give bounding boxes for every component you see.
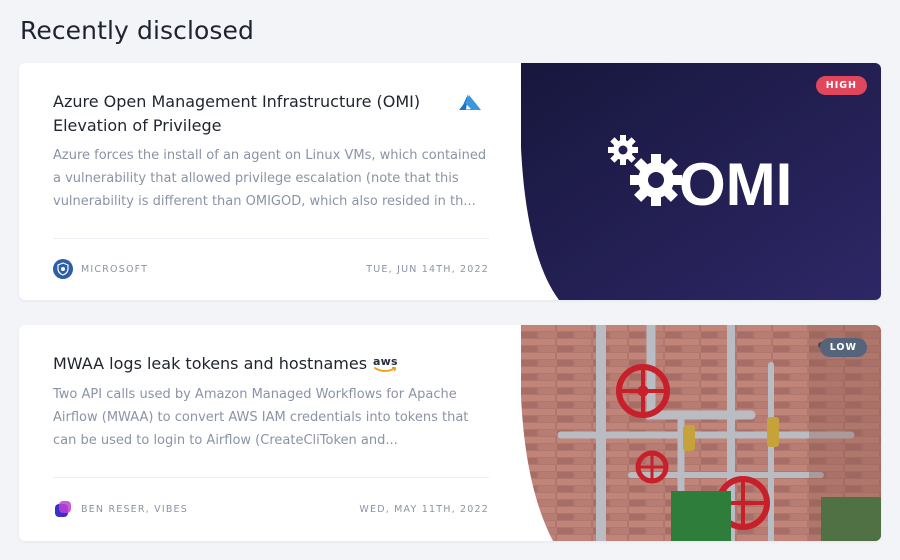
divider	[53, 477, 489, 478]
aws-icon: aws	[373, 356, 398, 373]
vulnerability-card[interactable]: MWAA logs leak tokens and hostnames aws …	[19, 325, 881, 541]
microsoft-msrc-avatar	[53, 259, 73, 279]
pipes-valves-photo	[521, 325, 881, 541]
azure-icon	[459, 94, 481, 110]
card-meta: MICROSOFT TUE, JUN 14TH, 2022	[53, 259, 489, 279]
card-title[interactable]: Azure Open Management Infrastructure (OM…	[53, 90, 433, 138]
author[interactable]: BEN RESER, VIBES	[53, 499, 188, 519]
card-description: Azure forces the install of an agent on …	[53, 148, 487, 209]
card-media-omi: OMI HIGH	[520, 63, 881, 300]
card-description: Two API calls used by Amazon Managed Wor…	[53, 387, 469, 448]
author-name: MICROSOFT	[81, 263, 149, 275]
card-title-text: MWAA logs leak tokens and hostnames	[53, 354, 368, 373]
severity-badge: HIGH	[815, 76, 867, 95]
author-name: BEN RESER, VIBES	[81, 503, 188, 515]
author[interactable]: MICROSOFT	[53, 259, 148, 279]
section-title: Recently disclosed	[20, 16, 254, 45]
disclosure-date: TUE, JUN 14TH, 2022	[366, 263, 489, 275]
omi-banner: OMI	[520, 63, 881, 300]
vulnerability-card[interactable]: Azure Open Management Infrastructure (OM…	[19, 63, 881, 300]
card-title[interactable]: MWAA logs leak tokens and hostnames aws	[53, 352, 483, 376]
divider	[53, 238, 489, 239]
card-meta: BEN RESER, VIBES WED, MAY 11TH, 2022	[53, 499, 489, 519]
disclosure-date: WED, MAY 11TH, 2022	[359, 503, 489, 515]
card-media-photo: LOW	[521, 325, 881, 541]
vibes-avatar	[53, 499, 73, 519]
severity-badge: LOW	[819, 338, 867, 357]
omi-text: OMI	[679, 151, 792, 218]
